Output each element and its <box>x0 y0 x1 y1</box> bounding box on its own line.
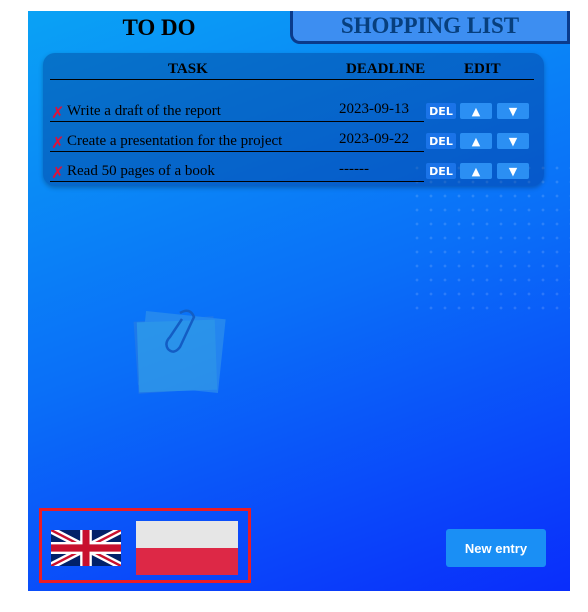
delete-mark-icon[interactable]: ✗ <box>51 103 64 122</box>
task-deadline: ------ <box>339 161 369 177</box>
flag-pl-icon[interactable] <box>136 521 238 575</box>
task-text: Read 50 pages of a book <box>67 163 215 179</box>
task-deadline: 2023-09-22 <box>339 131 409 147</box>
tab-todo[interactable]: TO DO <box>28 11 290 44</box>
row-underline <box>50 121 424 122</box>
move-down-button[interactable]: ▼ <box>497 103 529 119</box>
language-selector <box>39 508 251 583</box>
flag-uk-icon[interactable] <box>51 530 121 566</box>
delete-mark-icon[interactable]: ✗ <box>51 163 64 182</box>
move-down-button[interactable]: ▼ <box>497 133 529 149</box>
task-deadline: 2023-09-13 <box>339 101 409 117</box>
column-header-deadline: DEADLINE <box>346 61 426 77</box>
move-up-button[interactable]: ▲ <box>460 103 492 119</box>
column-header-edit: EDIT <box>464 61 501 77</box>
flag-pl-red-stripe <box>136 548 238 575</box>
table-row: ✗ Write a draft of the report 2023-09-13… <box>50 98 534 128</box>
app-window: TO DO SHOPPING LIST TASK DEADLINE EDIT ✗… <box>28 11 570 591</box>
delete-mark-icon[interactable]: ✗ <box>51 133 64 152</box>
delete-button[interactable]: DEL <box>426 133 456 149</box>
task-text: Write a draft of the report <box>67 103 221 119</box>
task-panel: TASK DEADLINE EDIT ✗ Write a draft of th… <box>43 53 544 186</box>
table-row: ✗ Read 50 pages of a book ------ DEL ▲ ▼ <box>50 158 534 188</box>
flag-pl-white-stripe <box>136 521 238 548</box>
header-divider <box>50 79 534 80</box>
sticky-notes-icon <box>133 309 226 394</box>
table-row: ✗ Create a presentation for the project … <box>50 128 534 158</box>
column-header-task: TASK <box>168 61 208 77</box>
delete-button[interactable]: DEL <box>426 163 456 179</box>
row-underline <box>50 181 424 182</box>
move-up-button[interactable]: ▲ <box>460 163 492 179</box>
delete-button[interactable]: DEL <box>426 103 456 119</box>
move-up-button[interactable]: ▲ <box>460 133 492 149</box>
tab-shopping-list[interactable]: SHOPPING LIST <box>290 11 570 44</box>
row-underline <box>50 151 424 152</box>
task-text: Create a presentation for the project <box>67 133 283 149</box>
new-entry-button[interactable]: New entry <box>446 529 546 567</box>
move-down-button[interactable]: ▼ <box>497 163 529 179</box>
